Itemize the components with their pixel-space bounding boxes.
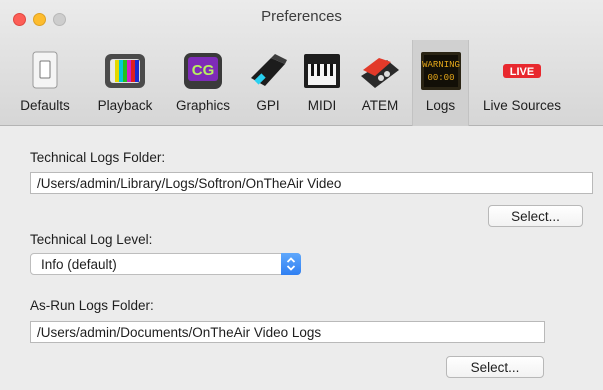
gpi-connector-icon — [251, 54, 287, 86]
toolbar-item-playback[interactable]: Playback — [84, 40, 166, 126]
toolbar-item-gpi[interactable]: GPI — [244, 40, 292, 126]
toolbar-item-logs[interactable]: WARNING 00:00 Logs — [412, 40, 469, 126]
toolbar-item-graphics[interactable]: CG Graphics — [166, 40, 240, 126]
toolbar-item-atem[interactable]: ATEM — [352, 40, 408, 126]
as-run-logs-folder-field[interactable]: /Users/admin/Documents/OnTheAir Video Lo… — [30, 321, 545, 343]
window-titlebar: Preferences Defaults Playback CG Graphic… — [0, 0, 603, 126]
toolbar-label-midi: MIDI — [307, 98, 337, 113]
technical-log-level-popup[interactable]: Info (default) — [30, 253, 301, 275]
midi-keyboard-icon — [304, 54, 340, 88]
technical-logs-folder-field[interactable]: /Users/admin/Library/Logs/Softron/OnTheA… — [30, 172, 593, 194]
atem-switcher-icon — [361, 58, 399, 88]
svg-text:CG: CG — [192, 62, 215, 79]
toolbar-item-defaults[interactable]: Defaults — [12, 40, 78, 126]
technical-logs-folder-label: Technical Logs Folder: — [30, 150, 166, 165]
toolbar-label-gpi: GPI — [256, 98, 280, 113]
toolbar-item-live-sources[interactable]: LIVE Live Sources — [470, 40, 574, 126]
toolbar-label-graphics: Graphics — [175, 98, 231, 113]
window-title: Preferences — [261, 8, 342, 25]
logs-display-text: WARNING — [422, 60, 460, 70]
switch-icon — [32, 51, 58, 89]
as-run-logs-select-button[interactable]: Select... — [446, 356, 544, 378]
chevron-updown-icon — [281, 253, 301, 275]
technical-log-level-label: Technical Log Level: — [30, 232, 153, 247]
toolbar-label-playback: Playback — [97, 98, 153, 113]
as-run-logs-folder-label: As-Run Logs Folder: — [30, 298, 154, 313]
cg-icon: CG — [184, 53, 222, 89]
toolbar-label-live-sources: Live Sources — [482, 98, 562, 113]
technical-log-level-value: Info (default) — [41, 257, 117, 272]
svg-text:00:00: 00:00 — [427, 73, 454, 83]
live-badge-icon: LIVE — [503, 64, 541, 78]
live-badge-text: LIVE — [510, 66, 534, 78]
toolbar-item-midi[interactable]: MIDI — [298, 40, 346, 126]
toolbar-label-logs: Logs — [425, 98, 456, 113]
toolbar-label-atem: ATEM — [361, 98, 399, 113]
toolbar-label-defaults: Defaults — [20, 98, 70, 113]
tv-icon — [105, 54, 145, 88]
technical-logs-select-button[interactable]: Select... — [488, 205, 583, 227]
logs-display-icon: WARNING 00:00 — [420, 52, 461, 90]
